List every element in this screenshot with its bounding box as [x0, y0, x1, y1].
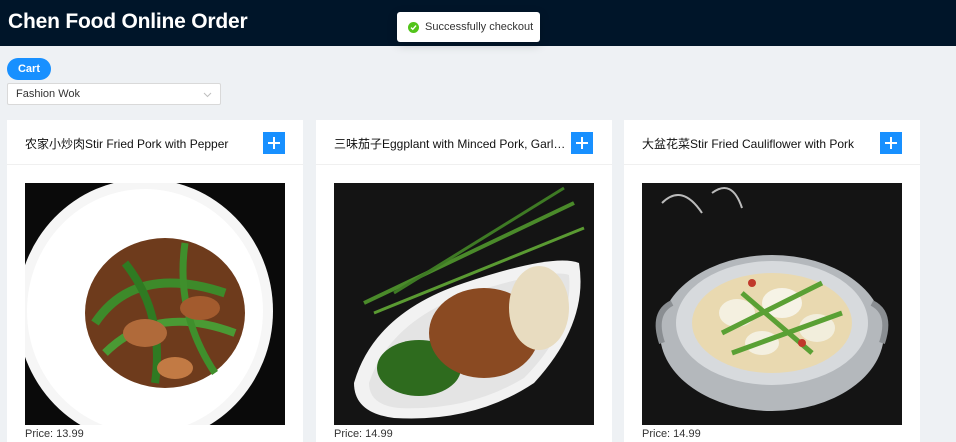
add-to-cart-button[interactable]: [263, 132, 285, 154]
food-image: [334, 183, 594, 425]
card-header: 农家小炒肉Stir Fried Pork with Pepper: [7, 120, 303, 165]
menu-item-price: Price: 13.99: [25, 428, 84, 440]
restaurant-select[interactable]: Fashion Wok: [7, 83, 221, 105]
menu-item-price: Price: 14.99: [642, 428, 701, 440]
plus-icon: [268, 137, 280, 149]
add-to-cart-button[interactable]: [880, 132, 902, 154]
food-image: [642, 183, 902, 425]
plus-icon: [576, 137, 588, 149]
menu-item-title: 三味茄子Eggplant with Minced Pork, Garlic, a…: [334, 137, 568, 151]
add-to-cart-button[interactable]: [571, 132, 593, 154]
menu-item-title: 大盆花菜Stir Fried Cauliflower with Pork: [642, 137, 855, 151]
cart-button[interactable]: Cart: [7, 58, 51, 80]
restaurant-select-value: Fashion Wok: [16, 88, 80, 100]
menu-card: 大盆花菜Stir Fried Cauliflower with Pork Pri…: [624, 120, 920, 442]
app-title: Chen Food Online Order: [8, 10, 248, 33]
chevron-down-icon: [203, 92, 212, 98]
food-image: [25, 183, 285, 425]
card-header: 大盆花菜Stir Fried Cauliflower with Pork: [624, 120, 920, 165]
success-toast: Successfully checkout: [397, 12, 540, 42]
plus-icon: [885, 137, 897, 149]
toast-message: Successfully checkout: [425, 21, 534, 33]
menu-card: 三味茄子Eggplant with Minced Pork, Garlic, a…: [316, 120, 612, 442]
card-header: 三味茄子Eggplant with Minced Pork, Garlic, a…: [316, 120, 612, 165]
menu-item-title: 农家小炒肉Stir Fried Pork with Pepper: [25, 137, 229, 151]
check-circle-icon: [408, 21, 419, 33]
menu-item-price: Price: 14.99: [334, 428, 393, 440]
menu-card: 农家小炒肉Stir Fried Pork with Pepper Price: …: [7, 120, 303, 442]
